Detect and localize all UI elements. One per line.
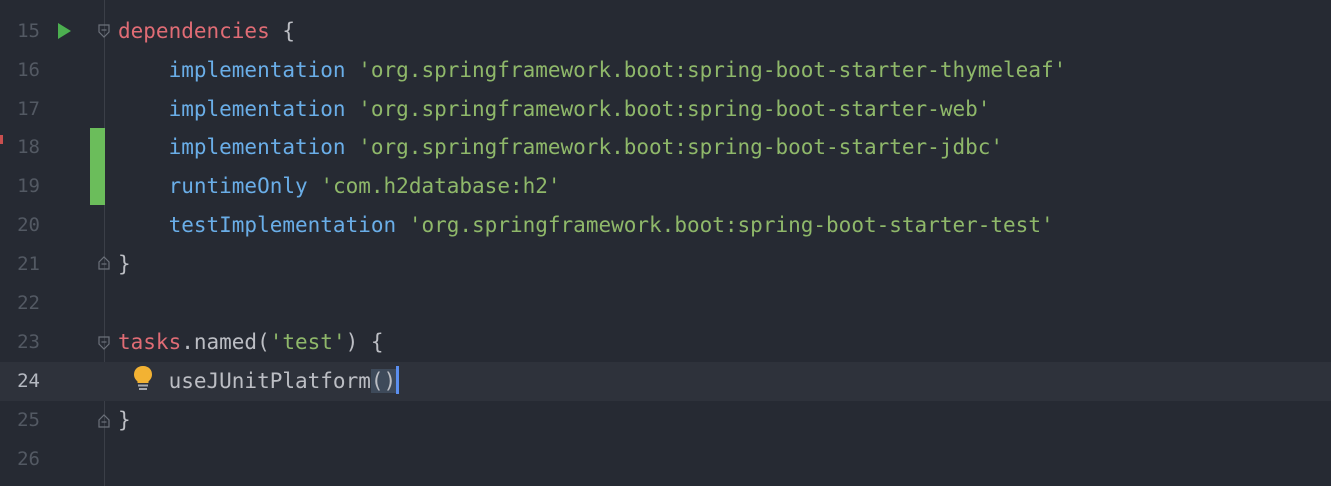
code-line[interactable]: 25} [0, 401, 1331, 440]
code-text[interactable]: } [118, 245, 131, 284]
code-token: } [118, 252, 131, 276]
line-number[interactable]: 19 [0, 167, 40, 206]
code-token: implementation [118, 97, 346, 121]
code-token: tasks [118, 330, 182, 354]
code-line[interactable]: 16 implementation 'org.springframework.b… [0, 51, 1331, 90]
code-token: 'com.h2database:h2' [320, 174, 561, 198]
code-text[interactable]: tasks.named('test') { [118, 323, 384, 362]
code-token: useJUnitPlatform [118, 369, 371, 393]
fold-close-icon[interactable] [98, 256, 110, 270]
code-text[interactable]: testImplementation 'org.springframework.… [118, 206, 1054, 245]
code-text[interactable]: useJUnitPlatform() [118, 362, 400, 401]
line-number[interactable]: 21 [0, 245, 40, 284]
line-number[interactable]: 15 [0, 12, 40, 51]
code-token: () [370, 369, 397, 393]
code-token: ) { [345, 330, 384, 354]
fold-open-icon[interactable] [98, 24, 110, 38]
code-text[interactable]: implementation 'org.springframework.boot… [118, 128, 1003, 167]
code-line[interactable]: 24 useJUnitPlatform() [0, 362, 1331, 401]
code-line[interactable]: 19 runtimeOnly 'com.h2database:h2' [0, 167, 1331, 206]
code-token: runtimeOnly [118, 174, 308, 198]
code-token: .named( [181, 330, 270, 354]
code-line[interactable]: 21} [0, 245, 1331, 284]
code-line[interactable]: 15 dependencies { [0, 12, 1331, 51]
code-token: 'org.springframework.boot:spring-boot-st… [358, 135, 1004, 159]
line-number[interactable]: 23 [0, 323, 40, 362]
code-token: 'org.springframework.boot:spring-boot-st… [408, 213, 1054, 237]
error-stripe-marker [0, 135, 3, 144]
code-token: 'org.springframework.boot:spring-boot-st… [358, 58, 1067, 82]
code-line[interactable]: 20 testImplementation 'org.springframewo… [0, 206, 1331, 245]
lightbulb-icon[interactable] [132, 365, 154, 391]
line-number[interactable]: 17 [0, 90, 40, 129]
code-text[interactable]: implementation 'org.springframework.boot… [118, 90, 991, 129]
code-token: testImplementation [118, 213, 397, 237]
code-line[interactable]: 22 [0, 284, 1331, 323]
code-token: } [118, 408, 131, 432]
text-caret [396, 366, 400, 394]
code-line[interactable]: 17 implementation 'org.springframework.b… [0, 90, 1331, 129]
code-line[interactable]: 26 [0, 440, 1331, 479]
code-text[interactable]: } [118, 401, 131, 440]
line-number[interactable]: 25 [0, 401, 40, 440]
line-number[interactable]: 22 [0, 284, 40, 323]
vcs-added-lines-marker[interactable] [90, 128, 105, 205]
code-editor[interactable]: 15 dependencies {16 implementation 'org.s… [0, 0, 1331, 486]
code-token: implementation [118, 135, 346, 159]
code-token: { [269, 19, 296, 43]
code-text[interactable]: dependencies { [118, 12, 295, 51]
run-gutter-icon[interactable] [58, 23, 71, 39]
code-line[interactable]: 23 tasks.named('test') { [0, 323, 1331, 362]
line-number[interactable]: 24 [0, 362, 40, 401]
line-number[interactable]: 18 [0, 128, 40, 167]
code-text[interactable]: runtimeOnly 'com.h2database:h2' [118, 167, 561, 206]
code-token: 'test' [269, 330, 346, 354]
line-number[interactable]: 16 [0, 51, 40, 90]
line-number[interactable]: 20 [0, 206, 40, 245]
fold-open-icon[interactable] [98, 336, 110, 350]
code-text[interactable]: implementation 'org.springframework.boot… [118, 51, 1067, 90]
code-line[interactable]: 18 implementation 'org.springframework.b… [0, 128, 1331, 167]
code-token: 'org.springframework.boot:spring-boot-st… [358, 97, 991, 121]
code-token: implementation [118, 58, 346, 82]
line-number[interactable]: 26 [0, 440, 40, 479]
fold-close-icon[interactable] [98, 414, 110, 428]
code-token: dependencies [118, 19, 270, 43]
